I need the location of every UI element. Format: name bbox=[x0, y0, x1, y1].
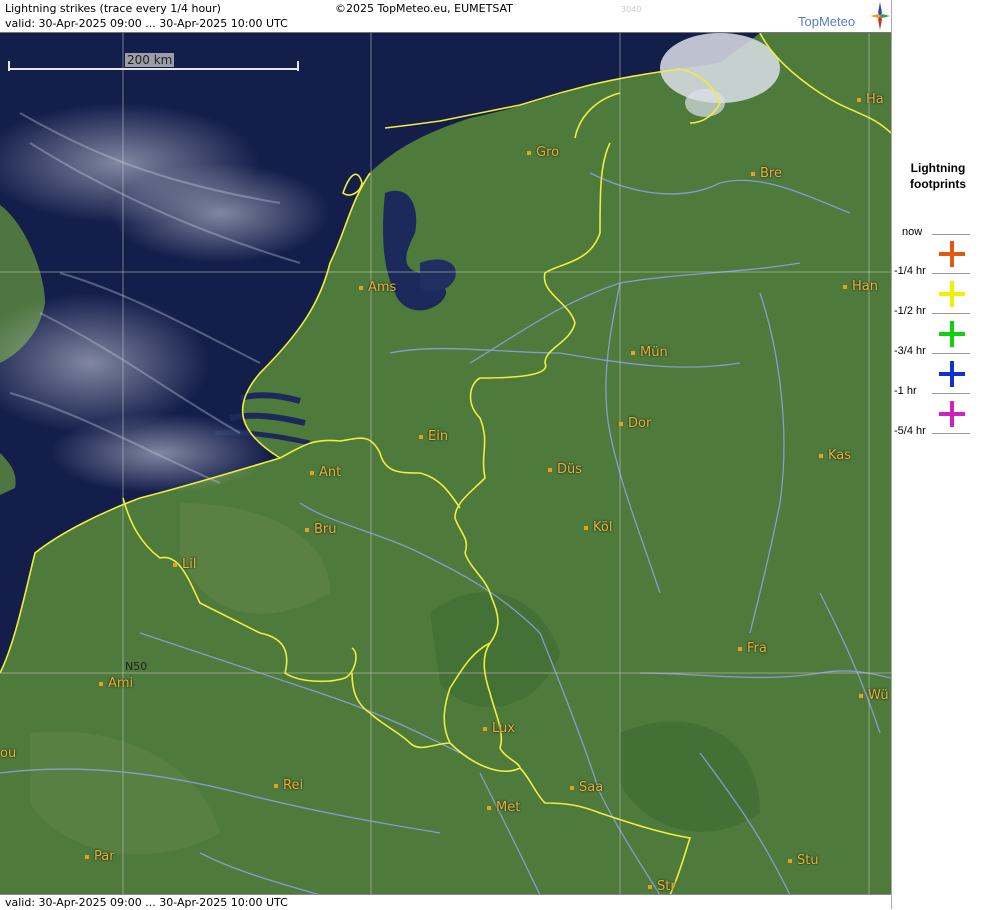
legend-divider bbox=[932, 433, 970, 434]
valid-time-bottom: valid: 30-Apr-2025 09:00 ... 30-Apr-2025… bbox=[5, 896, 288, 909]
city-marker-icon bbox=[859, 693, 863, 698]
city-label-fra: Fra bbox=[738, 641, 767, 656]
city-label-bre: Bre bbox=[751, 166, 782, 181]
legend-label-quarter: -1/4 hr bbox=[894, 265, 926, 277]
legend-cross-icon-quarter bbox=[939, 241, 965, 267]
city-label-kas: Kas bbox=[819, 448, 851, 463]
legend-cross-icon-hour bbox=[939, 361, 965, 387]
city-marker-icon bbox=[487, 805, 491, 810]
city-label-ant: Ant bbox=[310, 465, 341, 480]
city-marker-icon bbox=[483, 726, 487, 731]
city-label-han: Han bbox=[843, 279, 878, 294]
legend-label-half: -1/2 hr bbox=[894, 305, 926, 317]
legend-label-five-quarter: -5/4 hr bbox=[894, 425, 926, 437]
city-marker-icon bbox=[631, 350, 635, 355]
city-label-dus: Düs bbox=[548, 462, 582, 477]
city-label-par: Par bbox=[85, 849, 115, 864]
city-label-lux: Lux bbox=[483, 721, 515, 736]
brand-logo-text: TopMeteo bbox=[798, 14, 856, 29]
city-label-stu: Stu bbox=[788, 853, 819, 868]
city-marker-icon bbox=[751, 171, 755, 176]
map-graphics bbox=[0, 33, 891, 895]
city-marker-icon bbox=[305, 527, 309, 532]
legend-divider bbox=[932, 234, 970, 235]
city-marker-icon bbox=[99, 681, 103, 686]
city-marker-icon bbox=[173, 562, 177, 567]
footer-bar: valid: 30-Apr-2025 09:00 ... 30-Apr-2025… bbox=[0, 894, 891, 910]
legend-divider bbox=[932, 273, 970, 274]
scale-bar-label: 200 km bbox=[125, 53, 175, 67]
satellite-map[interactable]: 200 km N50 Ha Gro Bre Ams Han Mün Dor Ei… bbox=[0, 32, 891, 895]
city-marker-icon bbox=[274, 783, 278, 788]
city-label-gro: Gro bbox=[527, 145, 559, 160]
city-marker-icon bbox=[310, 470, 314, 475]
city-marker-icon bbox=[570, 785, 574, 790]
city-label-wu: Wü bbox=[859, 688, 889, 703]
legend-cross-icon-half bbox=[939, 281, 965, 307]
city-label-bru: Bru bbox=[305, 522, 337, 537]
city-label-partial: ou bbox=[0, 746, 17, 761]
valid-time-top: valid: 30-Apr-2025 09:00 ... 30-Apr-2025… bbox=[5, 17, 288, 30]
legend-panel: Lightning footprints now -1/4 hr -1/2 hr… bbox=[891, 0, 983, 909]
city-marker-icon bbox=[819, 453, 823, 458]
city-label-str: Str bbox=[648, 879, 676, 894]
legend-label-now: now bbox=[902, 226, 923, 238]
city-label-kol: Köl bbox=[584, 520, 612, 535]
legend-label-three-quarter: -3/4 hr bbox=[894, 345, 926, 357]
city-marker-icon bbox=[419, 434, 423, 439]
city-marker-icon bbox=[788, 858, 792, 863]
header-bar: Lightning strikes (trace every 1/4 hour)… bbox=[0, 0, 891, 32]
city-marker-icon bbox=[648, 884, 652, 889]
city-label-ams: Ams bbox=[359, 280, 396, 295]
city-label-dor: Dor bbox=[619, 416, 651, 431]
city-label-rei: Rei bbox=[274, 778, 303, 793]
city-label-mun: Mün bbox=[631, 345, 668, 360]
city-marker-icon bbox=[843, 284, 847, 289]
city-label-lil: Lil bbox=[173, 557, 196, 572]
city-label-ami: Ami bbox=[99, 676, 133, 691]
legend-title: Lightning footprints bbox=[892, 160, 983, 192]
city-label-ha: Ha bbox=[857, 92, 884, 107]
map-title: Lightning strikes (trace every 1/4 hour) bbox=[5, 2, 221, 15]
copyright-text: ©2025 TopMeteo.eu, EUMETSAT bbox=[335, 2, 513, 15]
legend-cross-icon-five-quarter bbox=[939, 401, 965, 427]
city-label-ein: Ein bbox=[419, 429, 448, 444]
city-marker-icon bbox=[527, 150, 531, 155]
city-marker-icon bbox=[857, 97, 861, 102]
legend-divider bbox=[932, 353, 970, 354]
compass-star-icon bbox=[870, 2, 890, 30]
city-marker-icon bbox=[619, 421, 623, 426]
legend-title-line2: footprints bbox=[910, 177, 966, 191]
city-marker-icon bbox=[359, 285, 363, 290]
latitude-grid-label: N50 bbox=[125, 660, 148, 673]
legend-divider bbox=[932, 393, 970, 394]
city-label-met: Met bbox=[487, 800, 520, 815]
legend-title-line1: Lightning bbox=[910, 161, 966, 175]
city-marker-icon bbox=[738, 646, 742, 651]
legend-label-hour: -1 hr bbox=[894, 385, 917, 397]
legend-cross-icon-three-quarter bbox=[939, 321, 965, 347]
city-marker-icon bbox=[584, 525, 588, 530]
image-code: 3040 bbox=[621, 5, 642, 14]
city-marker-icon bbox=[85, 854, 89, 859]
legend-divider bbox=[932, 313, 970, 314]
city-marker-icon bbox=[548, 467, 552, 472]
city-label-saa: Saa bbox=[570, 780, 603, 795]
